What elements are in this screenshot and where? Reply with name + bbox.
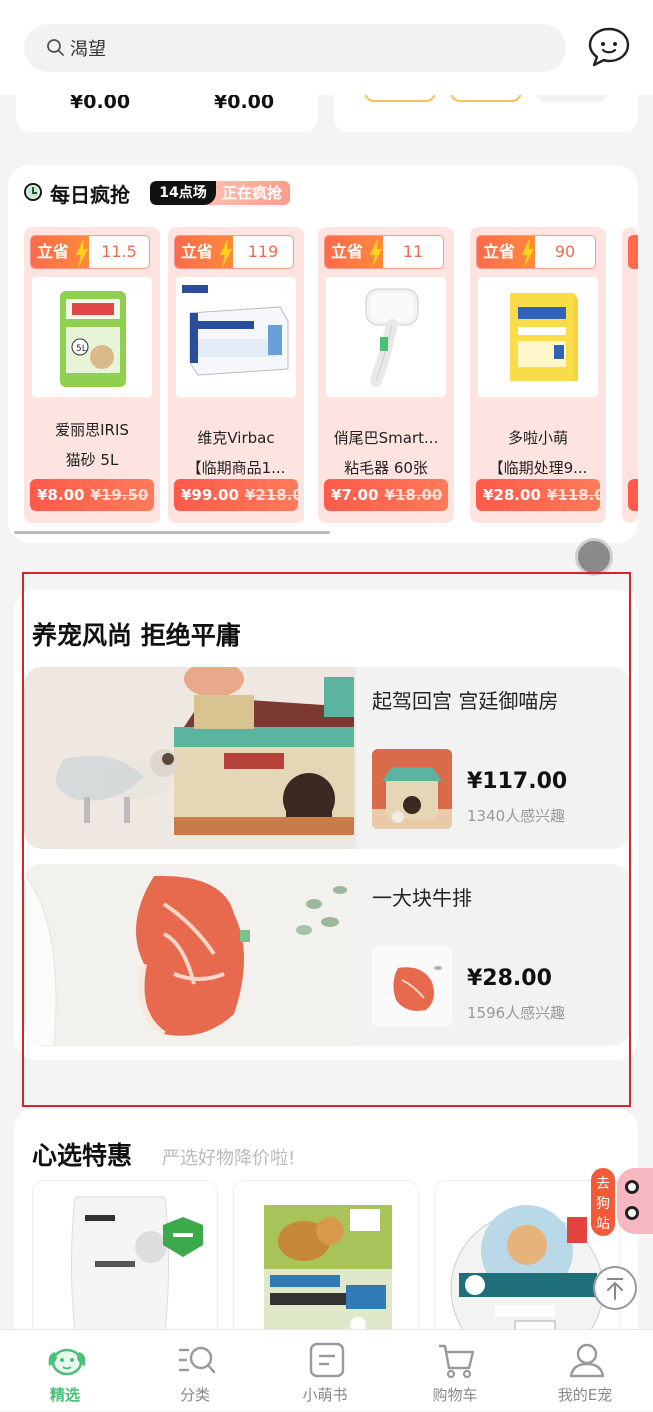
feature-thumbnail: [372, 946, 452, 1026]
search-bar[interactable]: [24, 24, 566, 72]
save-value: 11: [402, 242, 424, 261]
flash-item[interactable]: 立省90 多啦小萌 【临期处理9... ¥28.00 ¥118.00: [470, 227, 606, 523]
product-image-virbac-box: [176, 277, 296, 397]
floating-dot-button[interactable]: [575, 538, 613, 576]
section-title: 心选特惠: [32, 1141, 133, 1170]
product-name-2: 【临期处理9...: [488, 459, 588, 477]
save-tag: 立省 90: [476, 235, 596, 269]
chat-bubble-icon[interactable]: [586, 26, 632, 68]
lightning-icon: [370, 238, 382, 268]
original-price: ¥118.00: [546, 486, 600, 504]
deal-product-card[interactable]: [32, 1180, 218, 1350]
header: [0, 0, 653, 95]
tab-category[interactable]: 分类: [130, 1330, 260, 1412]
price: ¥28.00: [483, 486, 541, 504]
search-input[interactable]: [70, 33, 470, 63]
mascot-icon[interactable]: [617, 1168, 653, 1234]
search-icon: [47, 39, 64, 56]
feature-interest: 1596人感兴趣: [467, 1004, 566, 1022]
tab-label: 我的E宠: [557, 1386, 613, 1404]
price-bar: [628, 479, 638, 511]
arrow-up-icon: [607, 1278, 623, 1300]
price-bar: ¥8.00 ¥19.50: [30, 479, 154, 511]
price-bar: ¥99.00 ¥218.00: [174, 479, 298, 511]
tab-label: 精选: [49, 1386, 80, 1404]
lightning-icon: [76, 238, 88, 268]
product-name: 多啦小萌: [507, 429, 568, 447]
feature-title: 一大块牛排: [372, 886, 472, 910]
product-name-2: 猫砂 5L: [65, 451, 119, 469]
svg-text:5L: 5L: [76, 344, 87, 354]
product-image-cat-litter: 5L: [32, 277, 152, 397]
original-price: ¥218.00: [244, 486, 298, 504]
price-bar: ¥7.00 ¥18.00: [324, 479, 448, 511]
save-value: 90: [554, 242, 576, 261]
save-tag: [628, 235, 638, 269]
flash-title: 每日疯抢: [50, 183, 130, 207]
lightning-icon: [522, 238, 534, 268]
product-image-lint-roller: [326, 277, 446, 397]
product-image-pet-food: [33, 1181, 217, 1349]
feature-interest: 1340人感兴趣: [467, 807, 566, 825]
lightning-icon: [220, 238, 232, 268]
tab-featured[interactable]: 精选: [0, 1330, 130, 1412]
save-tag: 立省 11.5: [30, 235, 150, 269]
feature-card[interactable]: 起驾回宫 宫廷御喵房 ¥117.00 1340人感兴趣: [24, 667, 630, 849]
product-image-drontal: [234, 1181, 418, 1349]
session-badge: 14点场 正在疯抢: [150, 181, 290, 205]
go-to-dog-station-button[interactable]: 去狗站: [591, 1168, 615, 1236]
price: ¥7.00: [331, 486, 379, 504]
feature-image-steak-toy: [24, 864, 356, 1046]
price: ¥8.00: [37, 486, 85, 504]
category-search-icon: [179, 1346, 216, 1374]
feature-price: ¥117.00: [467, 769, 568, 794]
tab-label: 购物车: [432, 1386, 478, 1404]
save-value: 119: [247, 242, 279, 261]
section-title: 养宠风尚 拒绝平庸: [32, 621, 241, 650]
product-name: 俏尾巴Smart...: [333, 429, 439, 447]
deals-section: 心选特惠 严选好物降价啦!: [14, 1108, 638, 1350]
tab-cart[interactable]: 购物车: [390, 1330, 520, 1412]
product-name: 维克Virbac: [197, 429, 275, 447]
product-name: 爱丽思IRIS: [55, 421, 129, 439]
deal-product-card[interactable]: [233, 1180, 419, 1350]
product-image-med-box: [478, 277, 598, 397]
dog-face-icon: [48, 1348, 86, 1376]
bottom-tab-bar: 精选 分类 小萌书 购物车 我的E宠: [0, 1329, 653, 1411]
feature-image-cat-palace: [24, 667, 356, 849]
session-status: 正在疯抢: [222, 184, 283, 202]
original-price: ¥19.50: [90, 486, 149, 504]
flash-sale-section: 每日疯抢 14点场 正在疯抢 立省 11.5 5L 爱丽思IRIS 猫砂 5L ¥…: [8, 165, 638, 543]
save-value: 11.5: [101, 242, 137, 261]
horizontal-scrollbar[interactable]: [14, 531, 330, 534]
cart-icon: [439, 1344, 475, 1379]
save-tag: 立省 119: [174, 235, 294, 269]
feature-title: 起驾回宫 宫廷御喵房: [372, 689, 559, 713]
session-time: 14点场: [150, 181, 216, 205]
tab-notebook[interactable]: 小萌书: [260, 1330, 390, 1412]
feature-card[interactable]: 一大块牛排 ¥28.00 1596人感兴趣: [24, 864, 630, 1046]
feature-thumbnail: [372, 749, 452, 829]
flash-item-partial[interactable]: [622, 227, 638, 523]
section-subtitle: 严选好物降价啦!: [162, 1148, 296, 1169]
flash-item[interactable]: 立省 11.5 5L 爱丽思IRIS 猫砂 5L ¥8.00 ¥19.50: [24, 227, 160, 523]
price: ¥99.00: [181, 486, 239, 504]
notebook-icon: [309, 1342, 345, 1378]
original-price: ¥18.00: [384, 486, 443, 504]
profile-icon: [569, 1343, 605, 1378]
flash-item[interactable]: 立省119 维克Virbac 【临期商品1... ¥99.00 ¥218.00: [168, 227, 304, 523]
tab-label: 小萌书: [302, 1386, 348, 1404]
product-name-2: 粘毛器 60张: [344, 459, 428, 477]
back-to-top-button[interactable]: [593, 1266, 637, 1310]
flash-item[interactable]: 立省 11 俏尾巴Smart... 粘毛器 60张 ¥7.00 ¥18.00: [318, 227, 454, 523]
fashion-section: 养宠风尚 拒绝平庸 起驾回宫 宫廷御喵房 ¥117.00 1340人感兴趣 一大…: [14, 590, 638, 1060]
clock-icon: [24, 183, 42, 201]
tab-label: 分类: [179, 1386, 210, 1404]
price-bar: ¥28.00 ¥118.00: [476, 479, 600, 511]
save-tag: 立省 11: [324, 235, 444, 269]
product-name-2: 【临期商品1...: [186, 459, 286, 477]
feature-price: ¥28.00: [467, 966, 552, 991]
tab-profile[interactable]: 我的E宠: [520, 1330, 650, 1412]
